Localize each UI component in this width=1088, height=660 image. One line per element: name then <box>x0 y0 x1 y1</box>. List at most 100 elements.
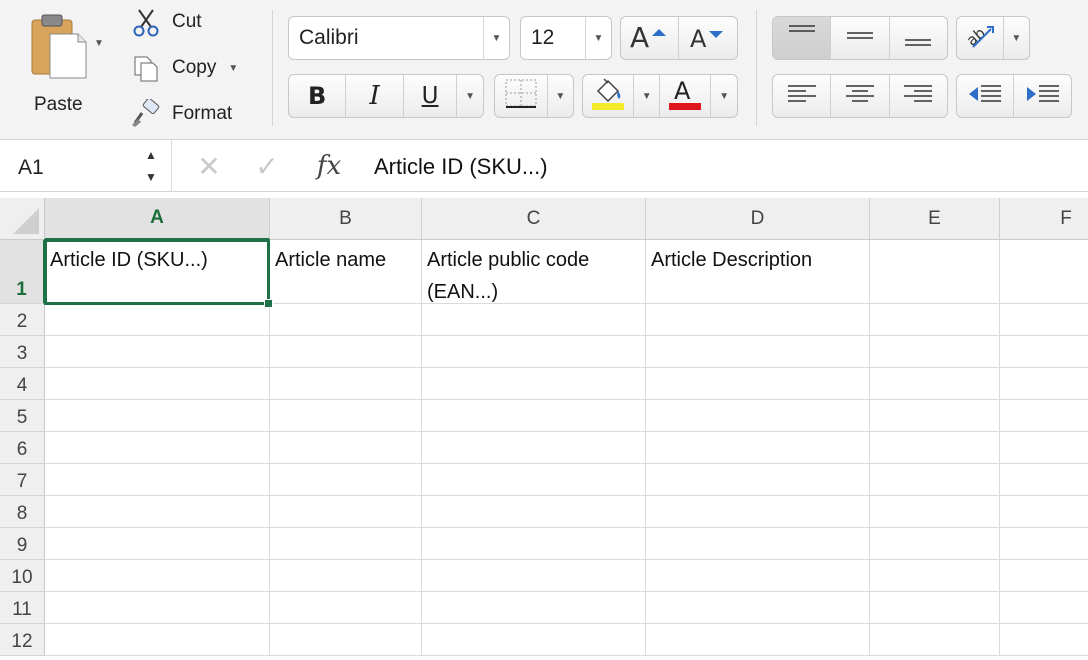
row-header-3[interactable]: 3 <box>0 336 45 368</box>
cell-d11[interactable] <box>646 592 870 624</box>
cell-b6[interactable] <box>270 432 422 464</box>
cell-a10[interactable] <box>45 560 270 592</box>
row-header-11[interactable]: 11 <box>0 592 45 624</box>
increase-indent-button[interactable] <box>1014 75 1071 117</box>
cell-f9[interactable] <box>1000 528 1088 560</box>
row-header-2[interactable]: 2 <box>0 304 45 336</box>
row-header-5[interactable]: 5 <box>0 400 45 432</box>
orientation-options-button[interactable]: ▼ <box>1004 17 1029 59</box>
cell-b10[interactable] <box>270 560 422 592</box>
name-box[interactable]: A1 ▲ ▼ <box>0 140 172 192</box>
cell-b4[interactable] <box>270 368 422 400</box>
cell-b12[interactable] <box>270 624 422 656</box>
paste-options-chevron-icon[interactable]: ▼ <box>94 38 104 49</box>
cell-c8[interactable] <box>422 496 646 528</box>
align-top-button[interactable] <box>773 17 832 59</box>
decrease-indent-button[interactable] <box>957 75 1015 117</box>
borders-button[interactable] <box>495 75 548 117</box>
row-header-10[interactable]: 10 <box>0 560 45 592</box>
cell-f12[interactable] <box>1000 624 1088 656</box>
align-bottom-button[interactable] <box>890 17 947 59</box>
cell-a4[interactable] <box>45 368 270 400</box>
row-header-9[interactable]: 9 <box>0 528 45 560</box>
cell-f3[interactable] <box>1000 336 1088 368</box>
cell-b3[interactable] <box>270 336 422 368</box>
cell-b5[interactable] <box>270 400 422 432</box>
column-header-d[interactable]: D <box>646 198 870 240</box>
column-header-a[interactable]: A <box>45 198 270 240</box>
row-header-12[interactable]: 12 <box>0 624 45 656</box>
cell-c3[interactable] <box>422 336 646 368</box>
font-family-select[interactable]: Calibri ▼ <box>288 16 510 60</box>
cell-b8[interactable] <box>270 496 422 528</box>
font-family-chevron-icon[interactable]: ▼ <box>483 17 509 59</box>
cell-e2[interactable] <box>870 304 1000 336</box>
align-right-button[interactable] <box>890 75 947 117</box>
cell-d9[interactable] <box>646 528 870 560</box>
row-header-7[interactable]: 7 <box>0 464 45 496</box>
cell-d2[interactable] <box>646 304 870 336</box>
cell-e1[interactable] <box>870 240 1000 304</box>
orientation-button[interactable]: ab <box>957 17 1004 59</box>
cell-c12[interactable] <box>422 624 646 656</box>
cell-d5[interactable] <box>646 400 870 432</box>
name-box-stepper[interactable]: ▲ ▼ <box>143 148 159 184</box>
confirm-entry-icon[interactable]: ✓ <box>252 150 282 182</box>
cell-b9[interactable] <box>270 528 422 560</box>
row-header-6[interactable]: 6 <box>0 432 45 464</box>
cell-e7[interactable] <box>870 464 1000 496</box>
cell-c11[interactable] <box>422 592 646 624</box>
stepper-down-icon[interactable]: ▼ <box>145 170 157 184</box>
cell-c1[interactable]: Article public code (EAN...) <box>422 240 646 304</box>
insert-function-icon[interactable]: fx <box>312 150 346 182</box>
cell-d12[interactable] <box>646 624 870 656</box>
column-header-b[interactable]: B <box>270 198 422 240</box>
cell-a9[interactable] <box>45 528 270 560</box>
cell-d1[interactable]: Article Description <box>646 240 870 304</box>
column-header-c[interactable]: C <box>422 198 646 240</box>
cell-c5[interactable] <box>422 400 646 432</box>
cell-a8[interactable] <box>45 496 270 528</box>
cut-button[interactable]: Cut <box>130 6 202 38</box>
cell-a1[interactable]: Article ID (SKU...) <box>45 240 270 304</box>
cell-b2[interactable] <box>270 304 422 336</box>
cell-d8[interactable] <box>646 496 870 528</box>
cell-a11[interactable] <box>45 592 270 624</box>
cancel-entry-icon[interactable]: ✕ <box>194 150 224 182</box>
cell-f7[interactable] <box>1000 464 1088 496</box>
stepper-up-icon[interactable]: ▲ <box>145 148 157 162</box>
decrease-font-size-button[interactable]: A <box>679 17 737 59</box>
cell-a7[interactable] <box>45 464 270 496</box>
cell-b1[interactable]: Article name <box>270 240 422 304</box>
cell-a5[interactable] <box>45 400 270 432</box>
formula-input[interactable]: Article ID (SKU...) <box>374 154 548 180</box>
cell-f11[interactable] <box>1000 592 1088 624</box>
cell-e11[interactable] <box>870 592 1000 624</box>
increase-font-size-button[interactable]: A <box>621 17 680 59</box>
italic-button[interactable]: I <box>346 75 404 117</box>
cell-c9[interactable] <box>422 528 646 560</box>
column-header-f[interactable]: F <box>1000 198 1088 240</box>
cell-e10[interactable] <box>870 560 1000 592</box>
font-color-button[interactable]: A <box>660 75 712 117</box>
cell-d10[interactable] <box>646 560 870 592</box>
copy-button[interactable]: Copy ▼ <box>130 52 238 84</box>
cell-c2[interactable] <box>422 304 646 336</box>
row-header-4[interactable]: 4 <box>0 368 45 400</box>
column-header-e[interactable]: E <box>870 198 1000 240</box>
align-middle-button[interactable] <box>831 17 890 59</box>
cell-d3[interactable] <box>646 336 870 368</box>
cell-d6[interactable] <box>646 432 870 464</box>
cell-d7[interactable] <box>646 464 870 496</box>
cell-d4[interactable] <box>646 368 870 400</box>
font-size-chevron-icon[interactable]: ▼ <box>585 17 611 59</box>
cell-e3[interactable] <box>870 336 1000 368</box>
fill-color-options-button[interactable]: ▼ <box>634 75 660 117</box>
cell-f8[interactable] <box>1000 496 1088 528</box>
paste-button[interactable]: ▼ Paste <box>22 8 110 122</box>
font-size-select[interactable]: 12 ▼ <box>520 16 612 60</box>
cell-a3[interactable] <box>45 336 270 368</box>
cell-b11[interactable] <box>270 592 422 624</box>
cell-c10[interactable] <box>422 560 646 592</box>
cell-e5[interactable] <box>870 400 1000 432</box>
